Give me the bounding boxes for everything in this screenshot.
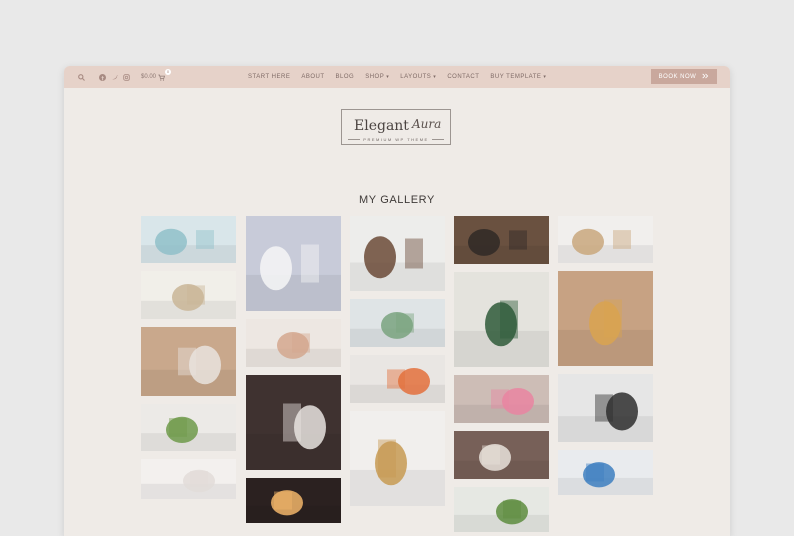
nav-item-label: ABOUT — [301, 74, 325, 80]
gallery-image-flowers-table[interactable] — [246, 319, 341, 367]
gallery-image-hands-vegetables[interactable] — [454, 487, 549, 532]
cart-total: $0.00 — [141, 74, 157, 80]
cart-link[interactable]: $0.00 0 — [141, 68, 172, 81]
photo-placeholder — [246, 244, 341, 311]
gallery-image-baking-table[interactable] — [454, 431, 549, 479]
gallery-image-wooden-floor[interactable] — [454, 216, 549, 264]
book-now-button[interactable]: BOOK NOW — [651, 69, 717, 84]
browser-window: $0.00 0 START HERE ABOUT BLOG SHOP ▾ LAYOUTS ▾… — [64, 66, 730, 536]
gallery-image-gold-deer[interactable] — [350, 411, 445, 506]
site-logo[interactable]: Elegant Aura PREMIUM WP THEME — [341, 109, 451, 145]
photo-placeholder — [454, 300, 549, 367]
gallery-image-desk-notebook[interactable] — [350, 299, 445, 347]
nav-item-label: LAYOUTS — [400, 74, 432, 80]
nav-item-label: SHOP — [365, 74, 385, 80]
double-chevron-right-icon — [702, 73, 709, 81]
photo-placeholder — [350, 439, 445, 506]
photo-placeholder — [558, 392, 653, 442]
logo-tagline: PREMIUM WP THEME — [342, 137, 450, 142]
nav-item-label: BLOG — [335, 74, 355, 80]
gallery-image-blue-ball-shelf[interactable] — [558, 450, 653, 495]
photo-placeholder — [454, 387, 549, 423]
gallery-image-lamp-glow[interactable] — [246, 478, 341, 523]
gallery-image-moon-lamp[interactable] — [246, 375, 341, 470]
nav-item-layouts[interactable]: LAYOUTS ▾ — [400, 74, 436, 80]
nav-item-label: BUY TEMPLATE — [490, 74, 542, 80]
photo-placeholder — [350, 236, 445, 291]
header-bar: $0.00 0 START HERE ABOUT BLOG SHOP ▾ LAYOUTS ▾… — [64, 66, 730, 88]
photo-placeholder — [350, 367, 445, 403]
facebook-icon[interactable] — [99, 73, 106, 81]
photo-placeholder — [350, 311, 445, 347]
gallery-image-deer-checker[interactable] — [558, 271, 653, 366]
photo-placeholder — [246, 403, 341, 470]
gallery-image-books-bookends[interactable] — [350, 216, 445, 291]
gallery-image-pink-crafts[interactable] — [454, 375, 549, 423]
cart-icon — [158, 74, 166, 81]
chevron-down-icon: ▾ — [386, 74, 390, 80]
photo-placeholder — [141, 345, 236, 396]
photo-placeholder — [558, 462, 653, 495]
instagram-icon[interactable] — [123, 73, 130, 81]
photo-placeholder — [558, 228, 653, 263]
gallery-image-kitchen-utensils[interactable] — [141, 216, 236, 263]
logo-wordmark: Elegant — [354, 118, 409, 134]
main-navigation: START HERE ABOUT BLOG SHOP ▾ LAYOUTS ▾ CONTACT B… — [248, 66, 546, 88]
gallery-image-salad-bowls[interactable] — [141, 404, 236, 451]
gallery-image-coffee-flatlay[interactable] — [141, 271, 236, 319]
photo-placeholder — [141, 469, 236, 499]
gallery-image-woman-laptop[interactable] — [141, 327, 236, 396]
gallery-image-green-rug[interactable] — [454, 272, 549, 367]
header-utilities: $0.00 0 — [78, 66, 172, 88]
nav-item-shop[interactable]: SHOP ▾ — [365, 74, 389, 80]
twitter-icon[interactable] — [111, 74, 118, 81]
photo-placeholder — [454, 499, 549, 532]
search-icon[interactable] — [78, 73, 85, 81]
gallery-image-team-desk[interactable] — [350, 355, 445, 403]
nav-item-blog[interactable]: BLOG — [336, 74, 355, 80]
book-now-label: BOOK NOW — [658, 73, 697, 80]
photo-placeholder — [141, 228, 236, 263]
nav-item-label: START HERE — [248, 74, 291, 80]
photo-placeholder — [454, 443, 549, 479]
logo-script: Aura — [412, 117, 442, 131]
photo-placeholder — [246, 490, 341, 523]
gallery-title: MY GALLERY — [359, 194, 435, 206]
nav-item-start-here[interactable]: START HERE — [248, 74, 290, 80]
gallery-image-wall-shelf[interactable] — [558, 216, 653, 263]
nav-item-about[interactable]: ABOUT — [301, 74, 324, 80]
nav-item-buy-template[interactable]: BUY TEMPLATE ▾ — [490, 74, 546, 80]
photo-placeholder — [246, 331, 341, 367]
photo-placeholder — [141, 283, 236, 319]
photo-placeholder — [141, 416, 236, 451]
gallery-image-white-desk[interactable] — [558, 374, 653, 442]
cart-count-badge: 0 — [165, 68, 172, 75]
nav-item-contact[interactable]: CONTACT — [447, 74, 479, 80]
photo-placeholder — [454, 228, 549, 264]
chevron-down-icon: ▾ — [543, 74, 547, 80]
chevron-down-icon: ▾ — [433, 74, 437, 80]
gallery-image-curtain-room[interactable] — [141, 459, 236, 499]
nav-item-label: CONTACT — [447, 74, 480, 80]
photo-placeholder — [558, 299, 653, 366]
gallery-image-diffuser-candles[interactable] — [246, 216, 341, 311]
